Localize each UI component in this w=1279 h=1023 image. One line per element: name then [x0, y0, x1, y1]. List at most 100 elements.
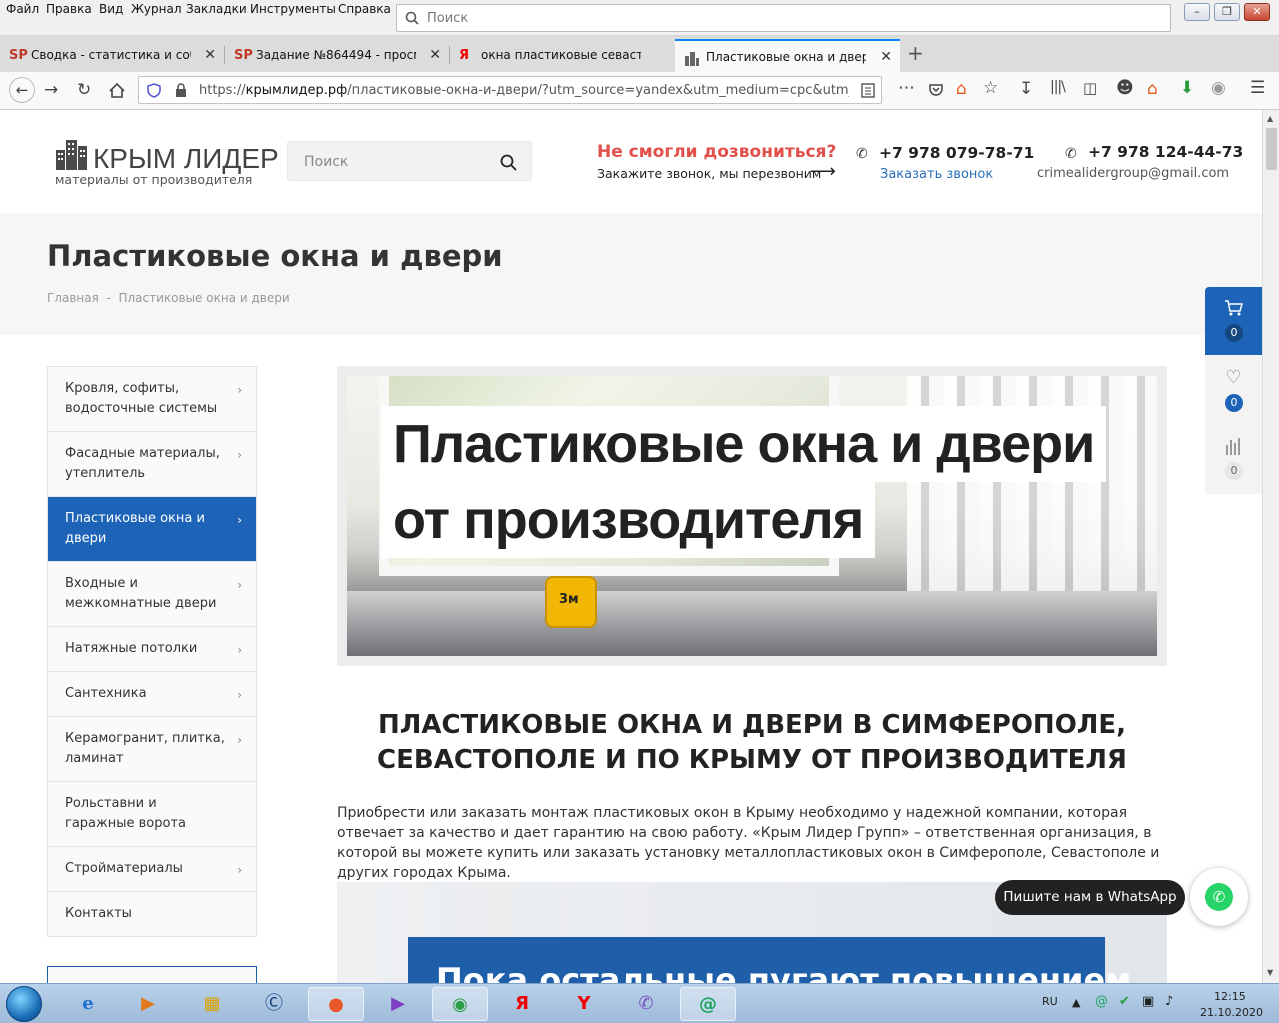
phone-icon: ✆	[856, 146, 868, 162]
sidebar-item-shutters[interactable]: Рольставни и гаражные ворота	[48, 782, 256, 847]
clock-date[interactable]: 21.10.2020	[1200, 1006, 1263, 1019]
order-call-link[interactable]: Заказать звонок	[880, 167, 993, 182]
close-tab-icon[interactable]: ✕	[429, 47, 441, 63]
logo[interactable]	[56, 136, 90, 174]
sidebar-item-label: Входные и межкомнатные двери	[65, 576, 217, 611]
url-bar[interactable]: https://крымлидер.рф/пластиковые-окна-и-…	[138, 76, 882, 104]
account-icon[interactable]: ☻	[1116, 78, 1134, 98]
close-tab-icon[interactable]: ✕	[204, 47, 216, 63]
language-indicator[interactable]: RU	[1042, 995, 1058, 1008]
chevron-right-icon: ›	[237, 383, 242, 397]
download-icon[interactable]: ↧	[1019, 79, 1033, 99]
volume-icon[interactable]: ♪	[1165, 994, 1173, 1009]
sidebar-item-building-materials[interactable]: Стройматериалы ›	[48, 847, 256, 892]
lock-icon[interactable]	[175, 83, 187, 98]
visual-studio-icon[interactable]: ▶	[370, 987, 426, 1021]
logo-title[interactable]: КРЫМ ЛИДЕР	[93, 143, 279, 175]
page-scrollbar[interactable]: ▲ ▼	[1262, 110, 1279, 983]
arrow-right-icon[interactable]: ⟶	[810, 161, 836, 182]
tab-active[interactable]: Пластиковые окна и двери в С ✕	[675, 39, 900, 72]
shield-icon[interactable]	[147, 83, 161, 98]
email-link[interactable]: crimealidergroup@gmail.com	[1037, 166, 1229, 181]
firefox-icon[interactable]: ●	[308, 987, 364, 1021]
sidebar-item-label: Пластиковые окна и двери	[65, 511, 205, 546]
minimize-button[interactable]: –	[1184, 3, 1210, 21]
sidebar-item-roofing[interactable]: Кровля, софиты, водосточные системы ›	[48, 367, 256, 432]
new-tab-icon[interactable]: +	[907, 41, 924, 65]
tray-check-icon[interactable]: ✔	[1119, 994, 1130, 1009]
viber-icon[interactable]: ✆	[618, 987, 674, 1021]
search-icon[interactable]	[500, 154, 517, 171]
menu-bar: Файл Правка Вид Журнал Закладки Инструме…	[0, 0, 1279, 36]
extension-icon[interactable]: ⌂	[1147, 79, 1158, 99]
close-window-button[interactable]: ✕	[1244, 3, 1270, 21]
scroll-up-icon[interactable]: ▲	[1267, 114, 1273, 123]
whatsapp-tooltip[interactable]: Пишите нам в WhatsApp	[995, 880, 1185, 915]
menu-tools[interactable]: Инструменты	[250, 2, 336, 16]
cart-button[interactable]: 0	[1205, 287, 1262, 355]
media-player-icon[interactable]: ▶	[120, 987, 176, 1021]
tab-1[interactable]: SP Сводка - статистика и событи ✕	[0, 39, 224, 72]
hamburger-menu-icon[interactable]: ☰	[1250, 78, 1265, 98]
reader-view-icon[interactable]	[861, 83, 875, 98]
browser-search-input[interactable]: Поиск	[396, 4, 1171, 32]
globe-icon[interactable]: ◉	[1211, 78, 1226, 98]
network-icon[interactable]: ▣	[1142, 994, 1154, 1009]
clock-time[interactable]: 12:15	[1214, 990, 1246, 1003]
ccleaner-icon[interactable]: Ⓒ	[246, 987, 302, 1021]
bookmark-star-icon[interactable]: ☆	[983, 78, 998, 98]
promo-box: Пока остальные пугают повышением	[408, 937, 1131, 983]
chrome-icon[interactable]: ◉	[432, 987, 488, 1021]
sidebar-item-doors[interactable]: Входные и межкомнатные двери ›	[48, 562, 256, 627]
download-helper-icon[interactable]: ⬇	[1180, 78, 1194, 98]
menu-view[interactable]: Вид	[99, 2, 123, 16]
close-tab-icon[interactable]: ✕	[880, 49, 892, 65]
intro-paragraph: Приобрести или заказать монтаж пластиков…	[337, 805, 1160, 881]
pocket-icon[interactable]	[928, 82, 944, 98]
callback-subtitle[interactable]: Закажите звонок, мы перезвоним	[597, 166, 821, 181]
phone-number-2[interactable]: +7 978 124-44-73	[1088, 143, 1243, 161]
scroll-down-icon[interactable]: ▼	[1267, 968, 1273, 977]
tray-expand-icon[interactable]: ▲	[1072, 996, 1080, 1009]
tab-2[interactable]: SP Задание №864494 - просмотр ✕	[225, 39, 449, 72]
restore-button[interactable]: ❐	[1214, 3, 1240, 21]
breadcrumb-home[interactable]: Главная	[47, 291, 99, 305]
back-icon[interactable]: ←	[9, 77, 35, 103]
tab-3[interactable]: Я окна пластиковые севастопол	[450, 39, 675, 72]
sidebar-item-ceilings[interactable]: Натяжные потолки ›	[48, 627, 256, 672]
sidebar-card[interactable]	[47, 966, 257, 983]
start-button[interactable]	[6, 986, 42, 1022]
explorer-icon[interactable]: ▦	[184, 987, 240, 1021]
phone-number-1[interactable]: +7 978 079-78-71	[879, 144, 1034, 162]
callback-title[interactable]: Не смогли дозвониться?	[597, 142, 836, 162]
more-actions-icon[interactable]: ⋯	[898, 78, 915, 98]
tray-mail-icon[interactable]: @	[1095, 994, 1108, 1009]
heart-icon: ♡	[1225, 367, 1242, 388]
ie-icon[interactable]: e	[60, 987, 116, 1021]
forward-icon[interactable]: →	[44, 80, 58, 100]
sidebar-item-contacts[interactable]: Контакты	[48, 892, 256, 936]
sidebar-item-facade[interactable]: Фасадные материалы, утеплитель ›	[48, 432, 256, 497]
sidebar-item-tiles[interactable]: Керамогранит, плитка, ламинат ›	[48, 717, 256, 782]
sidebar-icon[interactable]: ◫	[1083, 79, 1097, 97]
library-icon[interactable]: |||\	[1050, 79, 1066, 95]
favorites-button[interactable]: ♡ 0	[1205, 359, 1262, 423]
yandex-browser-icon[interactable]: Y	[556, 987, 612, 1021]
whatsapp-button[interactable]: ✆	[1190, 868, 1248, 926]
scrollbar-thumb[interactable]	[1266, 128, 1277, 170]
menu-history[interactable]: Журнал	[131, 2, 182, 16]
menu-file[interactable]: Файл	[6, 2, 39, 16]
sidebar-item-plumbing[interactable]: Сантехника ›	[48, 672, 256, 717]
menu-help[interactable]: Справка	[338, 2, 391, 16]
reload-icon[interactable]: ↻	[77, 80, 91, 100]
yandex-icon[interactable]: Я	[494, 987, 550, 1021]
mail-icon[interactable]: @	[680, 987, 736, 1021]
extension-home-icon[interactable]: ⌂	[956, 79, 967, 99]
site-search-input[interactable]: Поиск	[287, 141, 532, 181]
nav-bar: ← → ↻ https://крымлидер.рф/пластиковые-о…	[0, 72, 1279, 110]
home-icon[interactable]	[108, 82, 126, 99]
compare-button[interactable]: 0	[1205, 427, 1262, 491]
sidebar-item-windows[interactable]: Пластиковые окна и двери ›	[48, 497, 256, 562]
menu-edit[interactable]: Правка	[46, 2, 92, 16]
menu-bookmarks[interactable]: Закладки	[186, 2, 247, 16]
